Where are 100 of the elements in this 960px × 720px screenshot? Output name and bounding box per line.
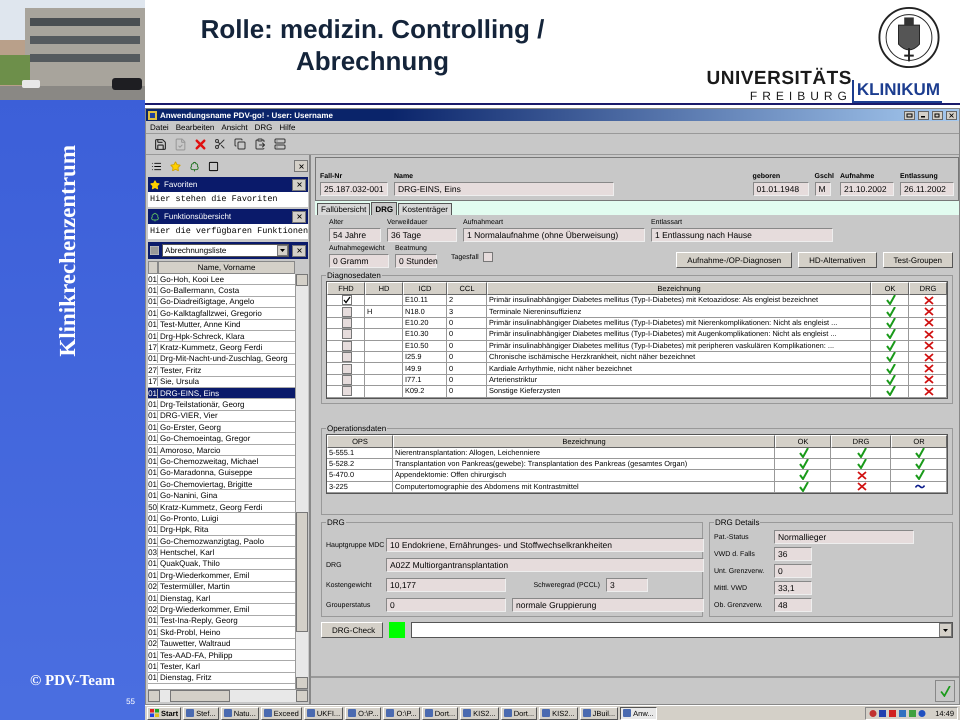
menu-item[interactable]: Hilfe: [279, 122, 296, 132]
list-row[interactable]: 01 Go-Diadreißigtage, Angelo: [148, 296, 295, 308]
scrollbar[interactable]: [295, 274, 308, 689]
menu-item[interactable]: Ansicht: [221, 122, 248, 132]
list-row[interactable]: 50 Kratz-Kummetz, Georg Ferdi: [148, 502, 295, 514]
cut-icon[interactable]: [214, 138, 226, 150]
tree-icon[interactable]: [188, 160, 200, 172]
menu-item[interactable]: Datei: [150, 122, 169, 132]
text-field[interactable]: 01.01.1948: [752, 182, 809, 196]
checkbox[interactable]: [342, 374, 352, 385]
list-row[interactable]: 01 Go-Chemozwanzigtag, Paolo: [148, 536, 295, 548]
drg-check-button[interactable]: DRG-Check: [321, 622, 383, 638]
list-row[interactable]: 01 Go-Pronto, Luigi: [148, 513, 295, 525]
list-row[interactable]: 01 Go-Kalktagfallzwei, Gregorio: [148, 308, 295, 320]
close-button[interactable]: [292, 178, 306, 190]
list-row[interactable]: 01 Go-Maradonna, Guiseppe: [148, 468, 295, 480]
list-row[interactable]: 01 Tes-AAD-FA, Philipp: [148, 650, 295, 662]
list-row[interactable]: 01 Test-Ina-Reply, Georg: [148, 616, 295, 628]
checkbox[interactable]: [342, 364, 352, 374]
list-row[interactable]: 01 Go-Erster, Georg: [148, 422, 295, 434]
print-button[interactable]: [904, 110, 915, 120]
text-field[interactable]: 0 Stunden: [395, 254, 437, 268]
checkbox[interactable]: [342, 306, 352, 317]
list-row[interactable]: 03 Hentschel, Karl: [148, 547, 295, 559]
text-field[interactable]: 0: [386, 598, 506, 612]
list-row[interactable]: 01 Go-Nanini, Gina: [148, 490, 295, 502]
text-field[interactable]: 0: [774, 564, 812, 578]
close-button[interactable]: [292, 244, 306, 256]
list-row[interactable]: 02 Tauwetter, Waltraud: [148, 638, 295, 650]
list-row[interactable]: 01 Test-Mutter, Anne Kind: [148, 320, 295, 331]
close-icon[interactable]: [192, 136, 208, 152]
tab[interactable]: DRG: [371, 202, 398, 215]
list-row[interactable]: 01 Skd-Probl, Heino: [148, 627, 295, 638]
text-field[interactable]: 26.11.2002: [900, 182, 954, 196]
list-row[interactable]: 02 Testermüller, Martin: [148, 582, 295, 593]
text-field[interactable]: DRG-EINS, Eins: [394, 182, 614, 196]
action-button[interactable]: HD-Alternativen: [798, 252, 877, 268]
star-icon[interactable]: [170, 160, 180, 172]
close-button[interactable]: [946, 110, 957, 120]
tab[interactable]: Fallübersicht: [317, 203, 370, 215]
list-row[interactable]: 01 Dienstag, Fritz: [148, 672, 295, 684]
list-row[interactable]: 01 Drg-Mit-Nacht-und-Zuschlag, Georg: [148, 354, 295, 366]
checkbox[interactable]: [342, 352, 352, 362]
text-field[interactable]: 48: [774, 598, 812, 612]
checkbox[interactable]: [342, 318, 352, 328]
list-row[interactable]: 01 Amoroso, Marcio: [148, 444, 295, 456]
collapse-button[interactable]: [294, 160, 308, 172]
text-field[interactable]: 0 Gramm: [329, 254, 389, 268]
action-button[interactable]: Aufnahme-/OP-Diagnosen: [676, 252, 792, 268]
server-icon[interactable]: [274, 138, 286, 150]
menu-item[interactable]: Bearbeiten: [176, 122, 214, 132]
tab[interactable]: Kostenträger: [398, 203, 452, 215]
file-check-icon[interactable]: [174, 138, 186, 150]
restore-button[interactable]: [932, 110, 943, 120]
text-field[interactable]: 33,1: [774, 581, 812, 596]
text-field[interactable]: normale Gruppierung: [512, 598, 704, 612]
checkbox[interactable]: [342, 295, 352, 306]
list-row[interactable]: 17 Sie, Ursula: [148, 376, 295, 388]
text-field[interactable]: A02Z Multiorgantransplantation: [386, 558, 704, 572]
list-row[interactable]: 01 Dienstag, Karl: [148, 592, 295, 604]
checkbox[interactable]: [482, 252, 493, 262]
list-row[interactable]: 01 Drg-Hpk-Schreck, Klara: [148, 330, 295, 342]
text-field[interactable]: 1 Normalaufnahme (ohne Überweisung): [463, 228, 645, 242]
list-dropdown[interactable]: Abrechnungsliste: [162, 244, 289, 257]
text-field[interactable]: 10,177: [386, 578, 506, 592]
list-row[interactable]: 01 DRG-VIER, Vier: [148, 410, 295, 422]
text-field[interactable]: Normallieger: [774, 530, 914, 544]
text-field[interactable]: 36: [774, 547, 812, 562]
message-dropdown[interactable]: [411, 622, 953, 638]
list-row[interactable]: 17 Kratz-Kummetz, Georg Ferdi: [148, 342, 295, 354]
list-row[interactable]: 01 Go-Chemozweitag, Michael: [148, 456, 295, 468]
list-row[interactable]: 01 Drg-Hpk, Rita: [148, 524, 295, 536]
column-header[interactable]: Name, Vorname: [158, 261, 295, 274]
checkbox[interactable]: [342, 386, 352, 396]
list-row[interactable]: 01 Drg-Wiederkommer, Emil: [148, 570, 295, 582]
text-field[interactable]: 1 Entlassung nach Hause: [651, 228, 833, 242]
checkbox[interactable]: [342, 340, 352, 351]
checkbox[interactable]: [342, 329, 352, 340]
window-icon[interactable]: [208, 160, 218, 172]
text-field[interactable]: 54 Jahre: [329, 228, 381, 242]
list-row[interactable]: 01 QuakQuak, Thilo: [148, 558, 295, 570]
text-field[interactable]: 10 Endokriene, Ernährunges- und Stoffwechselkrankheiten: [386, 538, 704, 552]
save-icon[interactable]: [154, 138, 166, 150]
scrollbar[interactable]: [148, 689, 308, 702]
list-row[interactable]: 02 Drg-Wiederkommer, Emil: [148, 604, 295, 616]
copy-icon[interactable]: [234, 138, 246, 150]
list-row[interactable]: 01 Go-Hoh, Kooi Lee: [148, 274, 295, 286]
text-field[interactable]: 21.10.2002: [840, 182, 894, 196]
close-button[interactable]: [292, 210, 306, 222]
action-button[interactable]: Test-Groupen: [882, 252, 953, 268]
list-row[interactable]: 01 Go-Chemoeintag, Gregor: [148, 433, 295, 445]
list-row[interactable]: 01 Tester, Karl: [148, 661, 295, 673]
list-row[interactable]: 27 Tester, Fritz: [148, 365, 295, 377]
list-row[interactable]: 01 Go-Ballermann, Costa: [148, 285, 295, 297]
paste-icon[interactable]: [254, 138, 266, 150]
list-row[interactable]: 01 DRG-EINS, Eins: [148, 388, 295, 400]
text-field[interactable]: 25.187.032-001: [320, 182, 388, 196]
minimize-button[interactable]: [918, 110, 929, 120]
text-field[interactable]: 36 Tage: [387, 228, 457, 242]
list-row[interactable]: 01 Drg-Teilstationär, Georg: [148, 399, 295, 411]
